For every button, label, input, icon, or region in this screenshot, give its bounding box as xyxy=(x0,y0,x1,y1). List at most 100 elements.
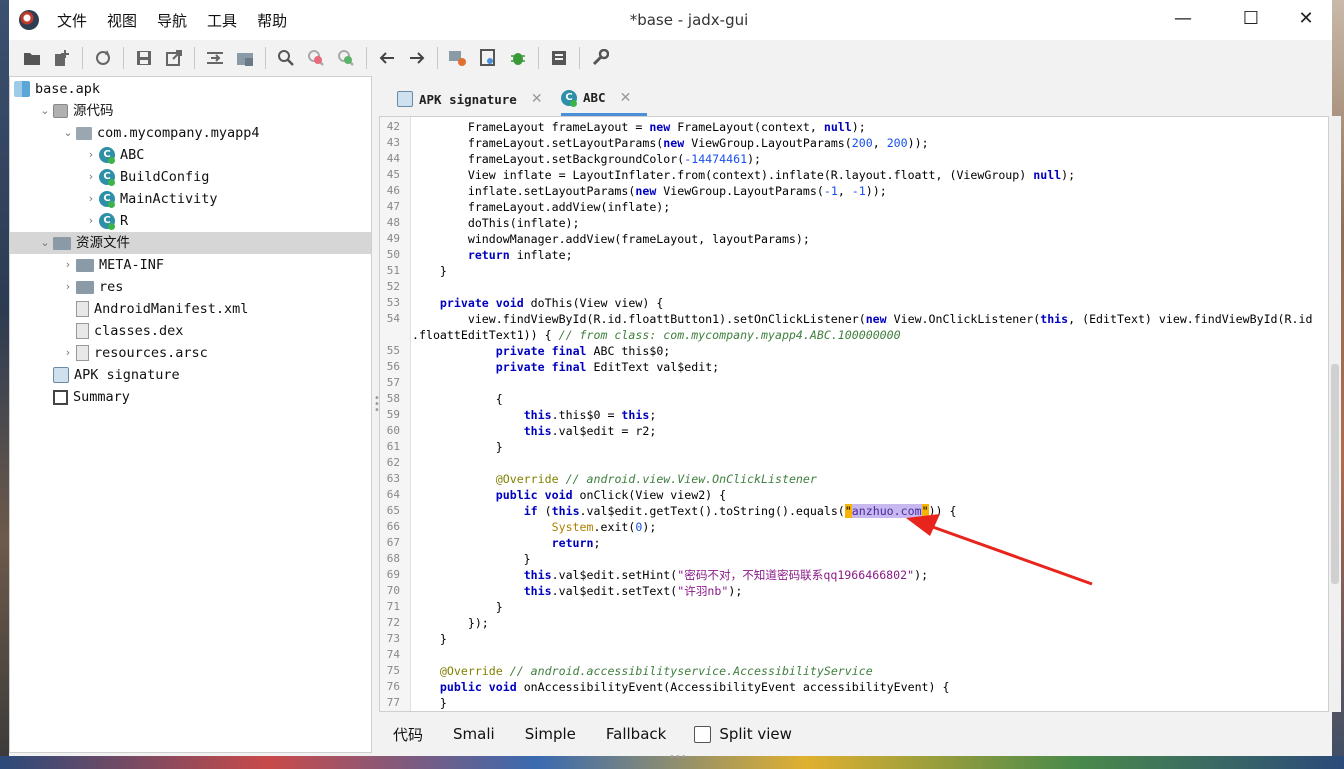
quark-icon[interactable] xyxy=(547,46,571,70)
chevron-right-icon[interactable]: › xyxy=(83,210,99,232)
code-token: , (EditText) view.findViewById(R.id xyxy=(1068,312,1313,326)
resize-handle-icon[interactable]: ••• xyxy=(669,752,687,763)
minimize-button[interactable]: — xyxy=(1155,0,1211,40)
maximize-button[interactable]: ☐ xyxy=(1223,0,1279,40)
line-number: 54 xyxy=(386,312,400,325)
code-token: windowManager.addView(frameLayout, layou… xyxy=(412,232,810,246)
deobfuscation-icon[interactable] xyxy=(446,46,470,70)
search-usage-icon[interactable] xyxy=(334,46,358,70)
code-token: 200 xyxy=(851,136,873,150)
code-token: // from class: com.mycompany.myapp4.ABC.… xyxy=(558,328,901,342)
close-tab-icon[interactable]: ✕ xyxy=(531,91,543,107)
line-number: 68 xyxy=(386,552,400,565)
view-tab-code[interactable]: 代码 xyxy=(393,724,423,745)
menu-tools[interactable]: 工具 xyxy=(207,10,237,31)
view-tab-fallback[interactable]: Fallback xyxy=(606,725,666,743)
tree-node[interactable]: ⌄ com.mycompany.myapp4 xyxy=(10,122,371,144)
tab-abc[interactable]: C ABC ✕ xyxy=(561,82,647,116)
tree-node[interactable]: › C BuildConfig xyxy=(10,166,371,188)
code-text: private final EditText val$edit; xyxy=(412,359,719,375)
tree-node[interactable]: › META-INF xyxy=(10,254,371,276)
view-tab-simple[interactable]: Simple xyxy=(525,725,576,743)
add-files-icon[interactable] xyxy=(50,46,74,70)
search-class-icon[interactable] xyxy=(304,46,328,70)
chevron-right-icon[interactable]: › xyxy=(60,254,76,276)
menu-file[interactable]: 文件 xyxy=(57,10,87,31)
tab-apk-signature[interactable]: APK signature ✕ xyxy=(397,82,543,116)
code-token: } xyxy=(412,632,447,646)
tree-node[interactable]: Summary xyxy=(10,386,371,408)
preferences-icon[interactable] xyxy=(588,46,612,70)
chevron-down-icon[interactable]: ⌄ xyxy=(37,232,53,254)
view-tab-smali[interactable]: Smali xyxy=(453,725,495,743)
folder-icon xyxy=(53,236,71,250)
tree-node[interactable]: › C R xyxy=(10,210,371,232)
tree-node[interactable]: › C MainActivity xyxy=(10,188,371,210)
tree-node[interactable]: › C ABC xyxy=(10,144,371,166)
code-token: anzhuo.com xyxy=(851,504,922,518)
tree-node[interactable]: › res xyxy=(10,276,371,298)
close-button[interactable]: ✕ xyxy=(1278,0,1334,40)
code-token: } xyxy=(412,600,503,614)
menu-navigation[interactable]: 导航 xyxy=(157,10,187,31)
code-token: EditText val$edit; xyxy=(586,360,720,374)
debug-icon[interactable] xyxy=(506,46,530,70)
code-text: doThis(inflate); xyxy=(412,215,580,231)
back-icon[interactable] xyxy=(375,46,399,70)
code-token: void xyxy=(544,488,573,502)
code-token: frameLayout.addView(inflate); xyxy=(412,200,671,214)
tree-node[interactable]: AndroidManifest.xml xyxy=(10,298,371,320)
close-tab-icon[interactable]: ✕ xyxy=(620,90,632,106)
tree-node[interactable]: base.apk xyxy=(10,78,371,100)
menu-help[interactable]: 帮助 xyxy=(257,10,287,31)
sync-icon[interactable] xyxy=(91,46,115,70)
line-number: 65 xyxy=(386,504,400,517)
box-icon xyxy=(53,104,68,118)
file-icon xyxy=(76,301,89,317)
chevron-right-icon[interactable]: › xyxy=(60,342,76,364)
tree-node[interactable]: ⌄ 资源文件 xyxy=(10,232,371,254)
code-editor[interactable]: 42 FrameLayout frameLayout = new FrameLa… xyxy=(379,116,1329,712)
log-icon[interactable] xyxy=(476,46,500,70)
window-title: *base - jadx-gui xyxy=(629,11,749,29)
chevron-right-icon[interactable]: › xyxy=(83,188,99,210)
chevron-right-icon[interactable]: › xyxy=(60,276,76,298)
split-view-checkbox[interactable] xyxy=(694,725,712,743)
toolbar-separator xyxy=(123,47,124,69)
tree-node[interactable]: ⌄ 源代码 xyxy=(10,100,371,122)
scrollbar-thumb[interactable] xyxy=(1331,364,1339,584)
open-folder-icon[interactable] xyxy=(20,46,44,70)
code-token: private xyxy=(439,296,489,310)
code-text: private final ABC this$0; xyxy=(412,343,671,359)
forward-icon[interactable] xyxy=(405,46,429,70)
tree-node-label: res xyxy=(99,279,124,295)
split-divider[interactable] xyxy=(372,76,379,756)
menu-view[interactable]: 视图 xyxy=(107,10,137,31)
code-text: @Override // android.view.View.OnClickLi… xyxy=(412,471,817,487)
split-view-label: Split view xyxy=(719,725,792,743)
tree-node[interactable]: › resources.arsc xyxy=(10,342,371,364)
tree-node[interactable]: classes.dex xyxy=(10,320,371,342)
export-icon[interactable] xyxy=(162,46,186,70)
signature-icon xyxy=(397,91,413,107)
search-icon[interactable] xyxy=(274,46,298,70)
chevron-right-icon[interactable]: › xyxy=(83,166,99,188)
flatten-icon[interactable] xyxy=(203,46,227,70)
package-icon[interactable] xyxy=(233,46,257,70)
save-icon[interactable] xyxy=(132,46,156,70)
code-token: } xyxy=(412,696,447,710)
code-token: this xyxy=(523,568,552,582)
line-number: 57 xyxy=(386,376,400,389)
chevron-down-icon[interactable]: ⌄ xyxy=(60,122,76,144)
code-token: return xyxy=(467,248,510,262)
chevron-down-icon[interactable]: ⌄ xyxy=(37,100,53,122)
tree-node[interactable]: APK signature xyxy=(10,364,371,386)
code-text: public void onAccessibilityEvent(Accessi… xyxy=(412,679,950,695)
chevron-right-icon[interactable]: › xyxy=(83,144,99,166)
code-token: doThis(View view) { xyxy=(523,296,664,310)
